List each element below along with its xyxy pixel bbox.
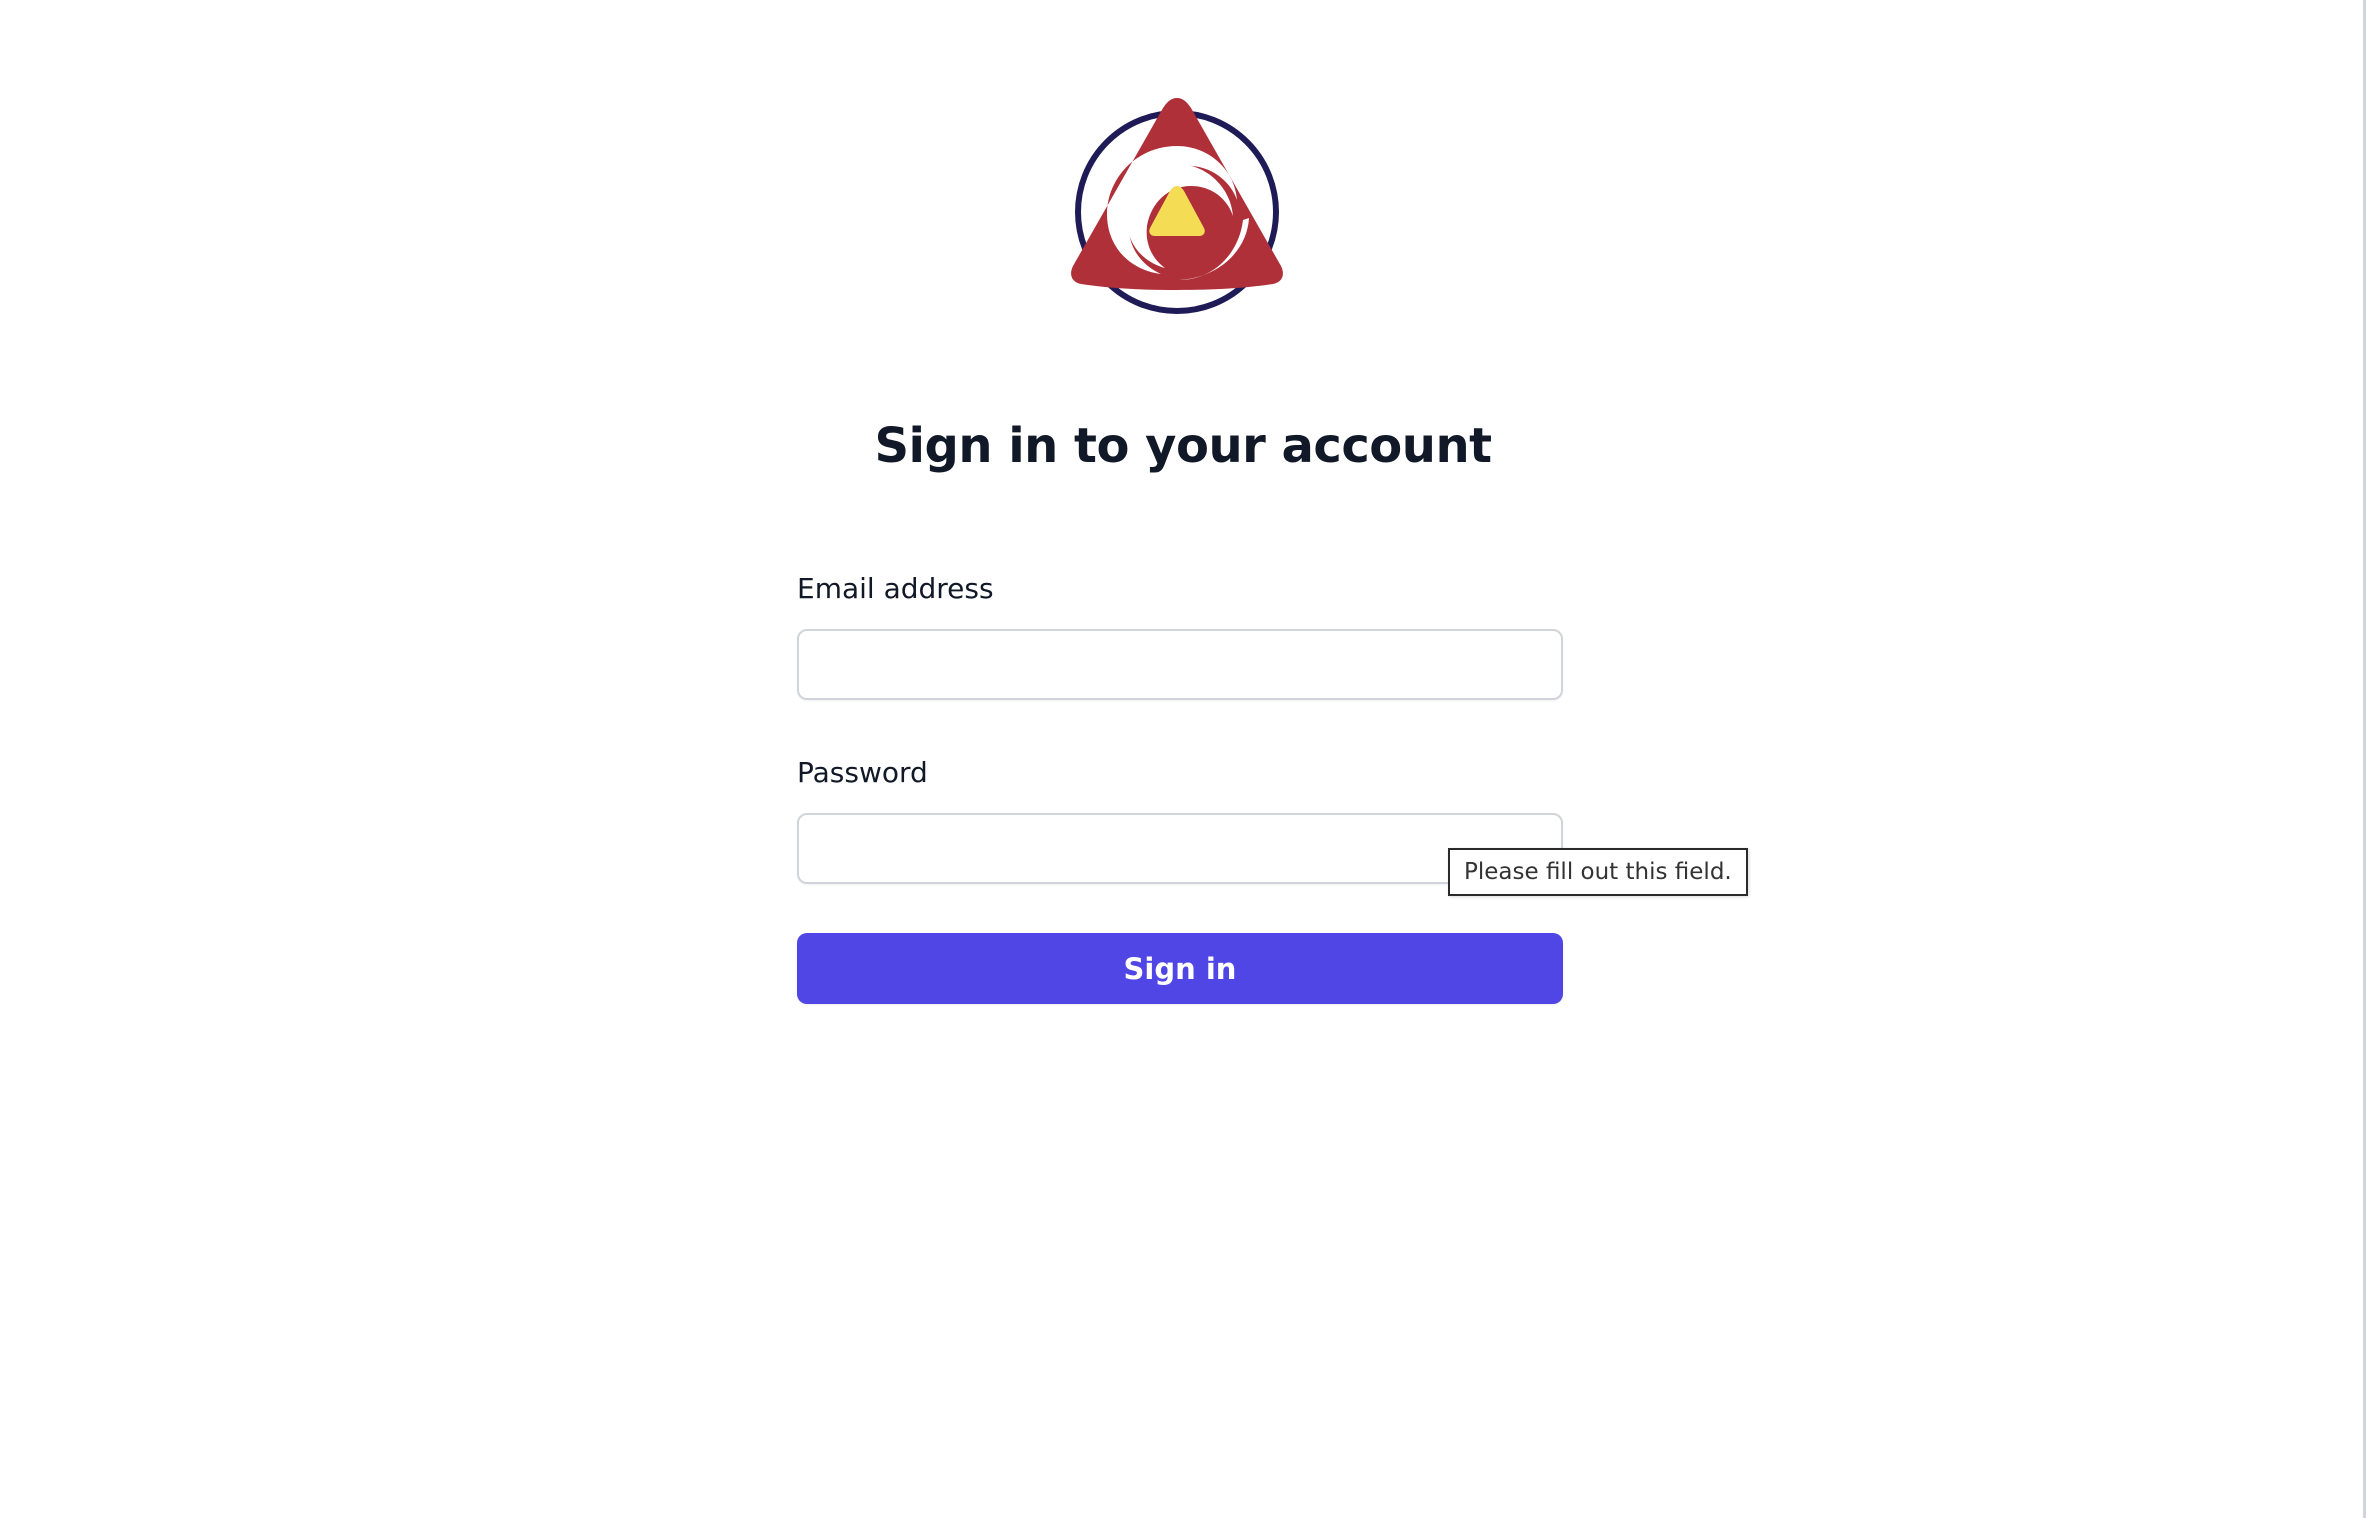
page-title: Sign in to your account: [874, 418, 1492, 474]
validation-tooltip: Please fill out this field.: [1448, 848, 1748, 896]
email-label: Email address: [797, 572, 994, 605]
email-input[interactable]: [797, 629, 1563, 700]
sign-in-button[interactable]: Sign in: [797, 933, 1563, 1004]
sign-in-page: Sign in to your account Email address Pa…: [0, 0, 2366, 1518]
password-label: Password: [797, 756, 928, 789]
brand-logo: [1071, 98, 1283, 314]
